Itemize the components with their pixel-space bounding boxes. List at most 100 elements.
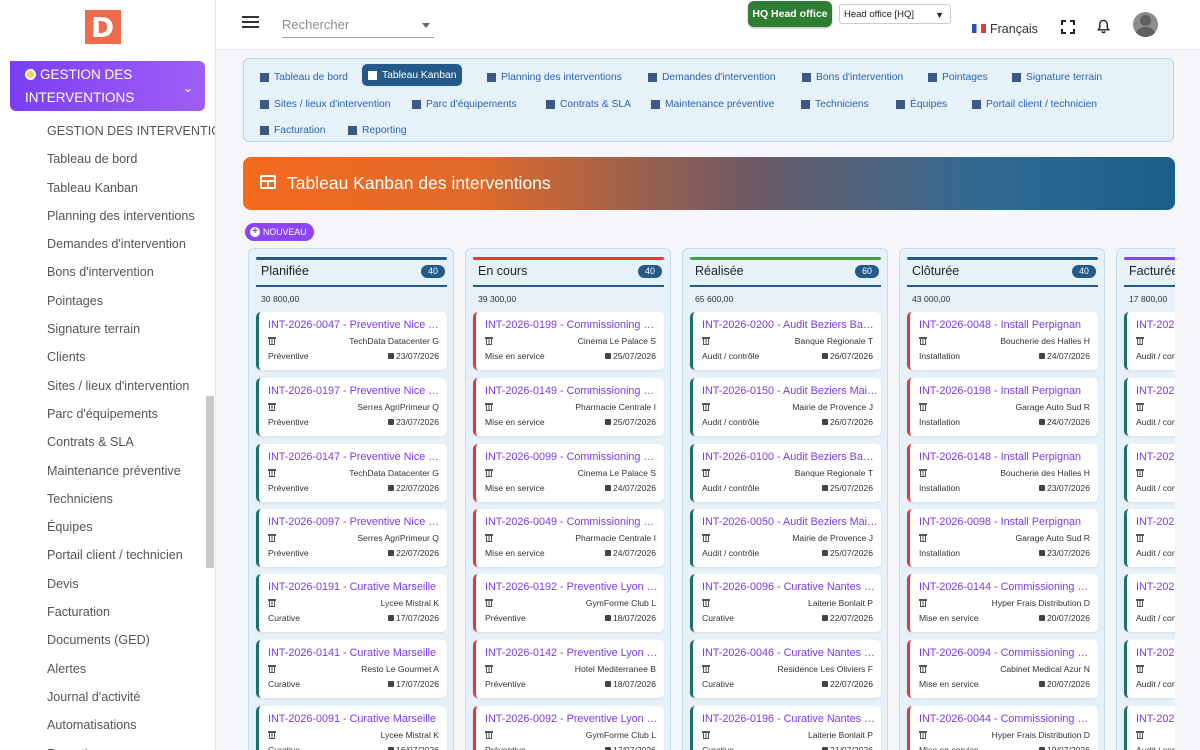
card-title-link[interactable]: INT-2026-0091 - Curative Marseille: [268, 713, 444, 725]
intervention-card[interactable]: INT-2026- Audit / cont: [1124, 378, 1175, 436]
intervention-card[interactable]: INT-2026-0050 - Audit Beziers Mairie Mair…: [690, 509, 881, 567]
sidebar-item-18[interactable]: Documents (GED): [0, 626, 206, 654]
intervention-card[interactable]: INT-2026-0048 - Install Perpignan Boucher…: [907, 312, 1098, 370]
intervention-card[interactable]: INT-2026-0097 - Preventive Nice Serres Se…: [256, 509, 447, 567]
bell-icon[interactable]: [1096, 19, 1111, 34]
module-nav-cogs[interactable]: Parc d'équipements: [406, 93, 523, 115]
intervention-card[interactable]: INT-2026-0098 - Install Perpignan Garage …: [907, 509, 1098, 567]
sidebar-item-10[interactable]: Parc d'équipements: [0, 400, 206, 428]
card-title-link[interactable]: INT-2026-0099 - Commissioning Cinema: [485, 451, 661, 463]
module-nav-kanban[interactable]: Tableau Kanban: [362, 64, 463, 86]
intervention-card[interactable]: INT-2026-0094 - Commissioning Cabinet Cab…: [907, 640, 1098, 698]
card-title-link[interactable]: INT-2026-0199 - Commissioning Cinema: [485, 319, 661, 331]
card-title-link[interactable]: INT-2026-0050 - Audit Beziers Mairie: [702, 516, 878, 528]
card-title-link[interactable]: INT-2026-0047 - Preventive Nice TechData: [268, 319, 444, 331]
sidebar-item-5[interactable]: Bons d'intervention: [0, 258, 206, 286]
card-title-link[interactable]: INT-2026-0198 - Install Perpignan: [919, 385, 1095, 397]
module-nav-calendar-check[interactable]: Maintenance préventive: [645, 93, 780, 115]
hq-badge[interactable]: HQ Head office: [748, 1, 832, 27]
sidebar-item-6[interactable]: Pointages: [0, 287, 206, 315]
intervention-card[interactable]: INT-2026-0044 - Commissioning Hyper Hyper…: [907, 706, 1098, 750]
card-title-link[interactable]: INT-2026-: [1136, 319, 1175, 331]
intervention-card[interactable]: INT-2026-0149 - Commissioning Pharmacie P…: [473, 378, 664, 436]
intervention-card[interactable]: INT-2026-0096 - Curative Nantes Laiterie…: [690, 574, 881, 632]
card-title-link[interactable]: INT-2026-0044 - Commissioning Hyper: [919, 713, 1095, 725]
intervention-card[interactable]: INT-2026- Audit / cont: [1124, 509, 1175, 567]
sidebar-item-1[interactable]: Tableau de bord: [0, 145, 206, 173]
new-intervention-button[interactable]: + NOUVEAU: [245, 223, 314, 241]
card-title-link[interactable]: INT-2026-: [1136, 451, 1175, 463]
language-selector[interactable]: Français: [972, 22, 1038, 36]
card-title-link[interactable]: INT-2026-0092 - Preventive Lyon GymForme: [485, 713, 661, 725]
intervention-card[interactable]: INT-2026-0150 - Audit Beziers Mairie Mair…: [690, 378, 881, 436]
card-title-link[interactable]: INT-2026-0197 - Preventive Nice Serres: [268, 385, 444, 397]
card-title-link[interactable]: INT-2026-0049 - Commissioning Pharmacie: [485, 516, 661, 528]
card-title-link[interactable]: INT-2026-0150 - Audit Beziers Mairie: [702, 385, 878, 397]
user-avatar[interactable]: [1133, 12, 1158, 37]
intervention-card[interactable]: INT-2026-0049 - Commissioning Pharmacie P…: [473, 509, 664, 567]
intervention-card[interactable]: INT-2026-0142 - Preventive Lyon Hotel Hot…: [473, 640, 664, 698]
intervention-card[interactable]: INT-2026-0144 - Commissioning Hyper Hyper…: [907, 574, 1098, 632]
card-title-link[interactable]: INT-2026-0097 - Preventive Nice Serres: [268, 516, 444, 528]
module-nav-invoice[interactable]: Facturation: [254, 119, 332, 141]
intervention-card[interactable]: INT-2026-0147 - Preventive Nice TechData…: [256, 444, 447, 502]
intervention-card[interactable]: INT-2026-0196 - Curative Nantes Laiterie…: [690, 706, 881, 750]
module-nav-clock[interactable]: Pointages: [922, 66, 994, 88]
card-title-link[interactable]: INT-2026-0142 - Preventive Lyon Hotel: [485, 647, 661, 659]
card-title-link[interactable]: INT-2026-0098 - Install Perpignan: [919, 516, 1095, 528]
card-title-link[interactable]: INT-2026-0096 - Curative Nantes Laiterie: [702, 581, 878, 593]
intervention-card[interactable]: INT-2026-0197 - Preventive Nice Serres Se…: [256, 378, 447, 436]
intervention-card[interactable]: INT-2026- Audit / cont: [1124, 640, 1175, 698]
entity-select[interactable]: Head office [HQ] ▼: [839, 4, 951, 24]
card-title-link[interactable]: INT-2026-0100 - Audit Beziers Banque: [702, 451, 878, 463]
intervention-card[interactable]: INT-2026-0199 - Commissioning Cinema Cine…: [473, 312, 664, 370]
card-title-link[interactable]: INT-2026-0048 - Install Perpignan: [919, 319, 1095, 331]
intervention-card[interactable]: INT-2026- Audit / cont: [1124, 444, 1175, 502]
card-title-link[interactable]: INT-2026-0200 - Audit Beziers Banque: [702, 319, 878, 331]
card-title-link[interactable]: INT-2026-0196 - Curative Nantes Laiterie: [702, 713, 878, 725]
sidebar-item-8[interactable]: Clients: [0, 343, 206, 371]
module-nav-signature[interactable]: Signature terrain: [1006, 66, 1108, 88]
sidebar-item-17[interactable]: Facturation: [0, 598, 206, 626]
sidebar-item-14[interactable]: Équipes: [0, 513, 206, 541]
module-nav-calendar[interactable]: Planning des interventions: [481, 66, 628, 88]
intervention-card[interactable]: INT-2026-0141 - Curative Marseille Resto …: [256, 640, 447, 698]
sidebar-item-13[interactable]: Techniciens: [0, 485, 206, 513]
card-title-link[interactable]: INT-2026-0192 - Preventive Lyon GymForme: [485, 581, 661, 593]
module-nav-grid[interactable]: Tableau de bord: [254, 66, 354, 88]
intervention-card[interactable]: INT-2026-0191 - Curative Marseille Lycee …: [256, 574, 447, 632]
app-logo[interactable]: D: [84, 10, 121, 44]
sidebar-item-11[interactable]: Contrats & SLA: [0, 428, 206, 456]
card-title-link[interactable]: INT-2026-0147 - Preventive Nice TechData: [268, 451, 444, 463]
sidebar-item-12[interactable]: Maintenance préventive: [0, 457, 206, 485]
intervention-card[interactable]: INT-2026-0198 - Install Perpignan Garage …: [907, 378, 1098, 436]
card-title-link[interactable]: INT-2026-0094 - Commissioning Cabinet: [919, 647, 1095, 659]
card-title-link[interactable]: INT-2026-: [1136, 385, 1175, 397]
sidebar-item-0[interactable]: GESTION DES INTERVENTIONS: [0, 117, 215, 145]
module-nav-history[interactable]: Demandes d'intervention: [642, 66, 782, 88]
module-nav-contract[interactable]: Contrats & SLA: [540, 93, 637, 115]
intervention-card[interactable]: INT-2026-0047 - Preventive Nice TechData…: [256, 312, 447, 370]
intervention-card[interactable]: INT-2026-0091 - Curative Marseille Lycee …: [256, 706, 447, 750]
sidebar-item-21[interactable]: Automatisations: [0, 711, 206, 739]
card-title-link[interactable]: INT-2026-0148 - Install Perpignan: [919, 451, 1095, 463]
card-title-link[interactable]: INT-2026-0144 - Commissioning Hyper: [919, 581, 1095, 593]
sidebar-group-gestion-interventions[interactable]: GESTION DES INTERVENTIONS ⌄: [10, 61, 205, 111]
card-title-link[interactable]: INT-2026-: [1136, 516, 1175, 528]
sidebar-item-22[interactable]: Reporting: [0, 740, 206, 750]
intervention-card[interactable]: INT-2026- Audit / cont: [1124, 574, 1175, 632]
intervention-card[interactable]: INT-2026- Audit / cont: [1124, 312, 1175, 370]
module-nav-chart-pie[interactable]: Reporting: [342, 119, 413, 141]
sidebar-item-19[interactable]: Alertes: [0, 655, 206, 683]
intervention-card[interactable]: INT-2026- Audit / cont: [1124, 706, 1175, 750]
sidebar-item-15[interactable]: Portail client / technicien: [0, 541, 206, 569]
module-nav-tools[interactable]: Bons d'intervention: [796, 66, 909, 88]
menu-toggle-icon[interactable]: [242, 16, 259, 30]
intervention-card[interactable]: INT-2026-0192 - Preventive Lyon GymForme…: [473, 574, 664, 632]
card-title-link[interactable]: INT-2026-: [1136, 647, 1175, 659]
sidebar-item-7[interactable]: Signature terrain: [0, 315, 206, 343]
intervention-card[interactable]: INT-2026-0100 - Audit Beziers Banque Banq…: [690, 444, 881, 502]
intervention-card[interactable]: INT-2026-0099 - Commissioning Cinema Cine…: [473, 444, 664, 502]
module-nav-pin[interactable]: Sites / lieux d'intervention: [254, 93, 396, 115]
card-title-link[interactable]: INT-2026-0191 - Curative Marseille: [268, 581, 444, 593]
